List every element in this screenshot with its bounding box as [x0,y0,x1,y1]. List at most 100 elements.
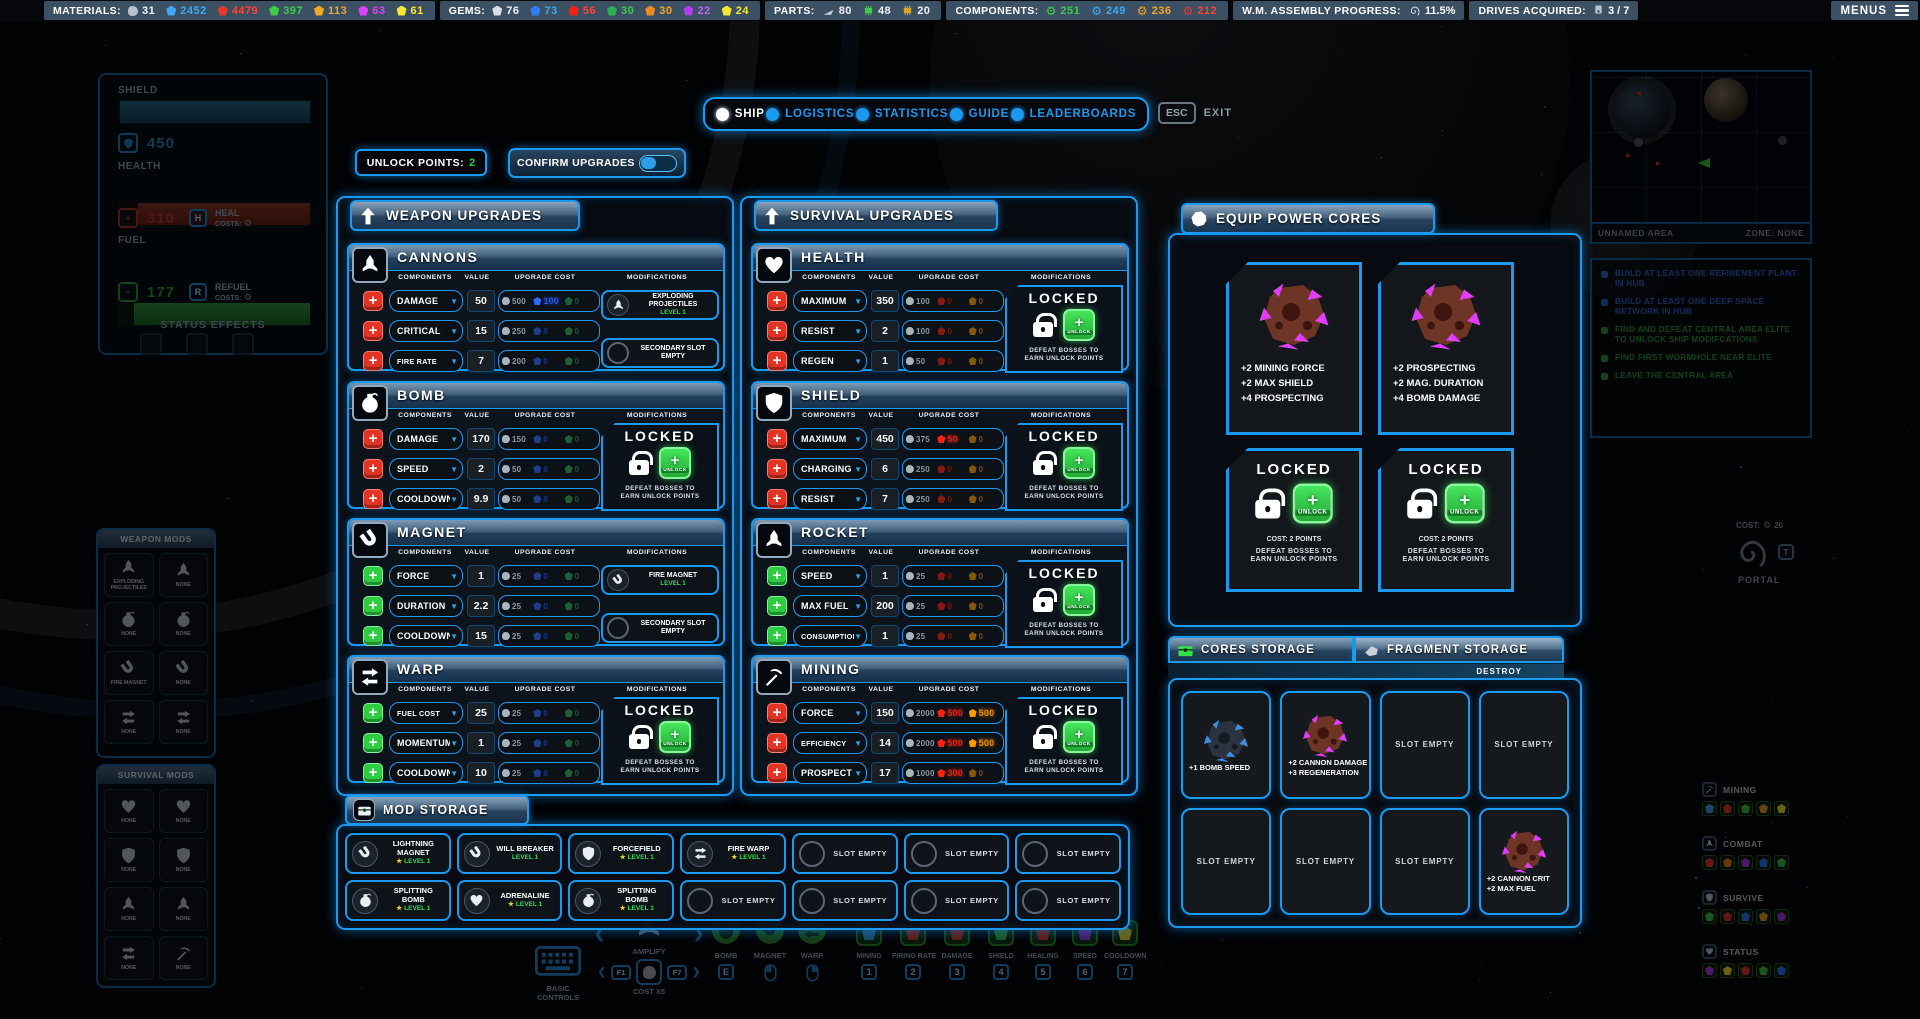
core-storage-slot-empty[interactable]: SLOT EMPTY [1181,808,1271,916]
stat-dropdown[interactable]: MAXIMUM▼ [793,428,867,450]
upgrade-plus-button[interactable]: + [363,459,383,479]
mod-storage-slot[interactable]: FORCEFIELD ★ LEVEL 1 [568,833,674,874]
stat-dropdown[interactable]: MOMENTUM▼ [389,732,463,754]
stat-dropdown[interactable]: COOLDOWN▼ [389,762,463,784]
tab-leaderboards[interactable]: LEADERBOARDS [1011,108,1137,121]
core-storage-slot[interactable]: +1 BOMB SPEED [1181,691,1271,799]
mod-storage-slot[interactable]: ADRENALINE ★ LEVEL 1 [457,880,563,921]
upgrade-plus-button[interactable]: + [767,459,787,479]
stat-dropdown[interactable]: COOLDOWN▼ [389,488,463,510]
mod-storage-slot[interactable]: FIRE WARP ★ LEVEL 1 [680,833,786,874]
upgrade-plus-button[interactable]: + [767,321,787,341]
mod-storage-slot-empty[interactable]: SLOT EMPTY [904,833,1010,874]
tab-logistics[interactable]: LOGISTICS [766,108,854,121]
upgrade-plus-button[interactable]: + [363,763,383,783]
unlock-button[interactable]: +UNLOCK [659,447,691,479]
upgrade-plus-button[interactable]: + [363,321,383,341]
mod-storage-slot-empty[interactable]: SLOT EMPTY [792,880,898,921]
upgrade-plus-button[interactable]: + [767,489,787,509]
esc-key[interactable]: ESC [1158,102,1196,124]
menus-button[interactable]: MENUS [1831,1,1918,20]
stat-dropdown[interactable]: RESIST▼ [793,320,867,342]
stat-dropdown[interactable]: FORCE▼ [389,565,463,587]
upgrade-plus-button[interactable]: + [363,733,383,753]
stat-dropdown[interactable]: SPEED▼ [793,565,867,587]
tab-guide[interactable]: GUIDE [950,108,1009,121]
unlock-button[interactable]: +UNLOCK [1445,484,1485,524]
mod-slot-exploding-projectiles[interactable]: EXPLODING PROJECTILES LEVEL 1 [601,290,719,320]
mod-storage-slot-empty[interactable]: SLOT EMPTY [1015,833,1121,874]
stat-dropdown[interactable]: DAMAGE▼ [389,290,463,312]
stat-dropdown[interactable]: DAMAGE▼ [389,428,463,450]
tab-cores-storage[interactable]: CORES STORAGE [1168,636,1354,663]
upgrade-plus-button[interactable]: + [767,703,787,723]
unlock-button[interactable]: +UNLOCK [659,721,691,753]
upgrade-plus-button[interactable]: + [767,763,787,783]
upgrade-plus-button[interactable]: + [767,429,787,449]
upgrade-plus-button[interactable]: + [363,351,383,371]
core-storage-slot-empty[interactable]: SLOT EMPTY [1380,808,1470,916]
stat-dropdown[interactable]: DURATION▼ [389,595,463,617]
cost-rock: 25 [502,632,533,641]
upgrade-plus-button[interactable]: + [767,733,787,753]
stat-dropdown[interactable]: CRITICAL▼ [389,320,463,342]
mod-storage-slot-empty[interactable]: SLOT EMPTY [680,880,786,921]
unlock-button[interactable]: +UNLOCK [1063,721,1095,753]
mod-storage-slot[interactable]: LIGHTNING MAGNET ★ LEVEL 1 [345,833,451,874]
stat-dropdown[interactable]: PROSPECT▼ [793,762,867,784]
stat-dropdown[interactable]: SPEED▼ [389,458,463,480]
mod-slot-empty[interactable]: SECONDARY SLOT EMPTY [601,338,719,368]
upgrade-plus-button[interactable]: + [363,566,383,586]
equipped-power-core[interactable]: +2 MINING FORCE+2 MAX SHIELD+4 PROSPECTI… [1226,262,1362,435]
mod-storage-slot[interactable]: WILL BREAKER LEVEL 1 [457,833,563,874]
mod-storage-slot[interactable]: SPLITTING BOMB ★ LEVEL 1 [345,880,451,921]
chevron-down-icon: ▼ [854,602,862,611]
upgrade-plus-button[interactable]: + [363,703,383,723]
upgrade-plus-button[interactable]: + [767,596,787,616]
stat-dropdown[interactable]: CONSUMPTION▼ [793,625,867,647]
stat-dropdown[interactable]: MAXIMUM▼ [793,290,867,312]
mod-slot-fire-magnet[interactable]: FIRE MAGNET LEVEL 1 [601,565,719,595]
magnet-icon [607,569,629,591]
mod-storage-slot[interactable]: SPLITTING BOMB ★ LEVEL 1 [568,880,674,921]
upgrade-plus-button[interactable]: + [363,596,383,616]
core-storage-slot-empty[interactable]: SLOT EMPTY [1280,808,1370,916]
tab-statistics[interactable]: STATISTICS [856,108,948,121]
unlock-button[interactable]: +UNLOCK [1063,309,1095,341]
upgrade-plus-button[interactable]: + [767,351,787,371]
upgrade-plus-button[interactable]: + [767,291,787,311]
stat-dropdown[interactable]: RESIST▼ [793,488,867,510]
core-storage-slot[interactable]: +2 CANNON DAMAGE+3 REGENERATION [1280,691,1370,799]
unlock-button[interactable]: +UNLOCK [1293,484,1333,524]
stat-dropdown[interactable]: CHARGING▼ [793,458,867,480]
stat-dropdown[interactable]: FUEL COST▼ [389,702,463,724]
stat-dropdown[interactable]: FIRE RATE▼ [389,350,463,372]
stat-dropdown[interactable]: FORCE▼ [793,702,867,724]
upgrade-plus-button[interactable]: + [363,291,383,311]
tab-ship[interactable]: SHIP [716,108,765,121]
destroy-bar[interactable]: DESTROY [1168,664,1564,678]
unlock-button[interactable]: +UNLOCK [1063,447,1095,479]
confirm-upgrades-toggle[interactable] [639,155,677,172]
core-storage-slot-empty[interactable]: SLOT EMPTY [1479,691,1569,799]
unlock-button[interactable]: +UNLOCK [1063,584,1095,616]
section-header: MAGNET [349,520,723,546]
upgrade-plus-button[interactable]: + [363,429,383,449]
upgrade-plus-button[interactable]: + [767,566,787,586]
mod-storage-slot-empty[interactable]: SLOT EMPTY [1015,880,1121,921]
equipped-power-core[interactable]: +2 PROSPECTING+2 MAG. DURATION+4 BOMB DA… [1378,262,1514,435]
upgrade-plus-button[interactable]: + [363,489,383,509]
stat-dropdown[interactable]: COOLDOWN▼ [389,625,463,647]
stat-dropdown[interactable]: REGEN▼ [793,350,867,372]
upgrade-plus-button[interactable]: + [767,626,787,646]
tab-fragment-storage[interactable]: FRAGMENT STORAGE [1354,636,1564,663]
stat-dropdown[interactable]: EFFICIENCY▼ [793,732,867,754]
upgrade-plus-button[interactable]: + [363,626,383,646]
stat-dropdown[interactable]: MAX FUEL▼ [793,595,867,617]
mod-slot-empty[interactable]: SECONDARY SLOT EMPTY [601,613,719,643]
ore-resource-icon [683,6,693,16]
core-storage-slot[interactable]: +2 CANNON CRIT+2 MAX FUEL [1479,808,1569,916]
mod-storage-slot-empty[interactable]: SLOT EMPTY [792,833,898,874]
core-storage-slot-empty[interactable]: SLOT EMPTY [1380,691,1470,799]
mod-storage-slot-empty[interactable]: SLOT EMPTY [904,880,1010,921]
